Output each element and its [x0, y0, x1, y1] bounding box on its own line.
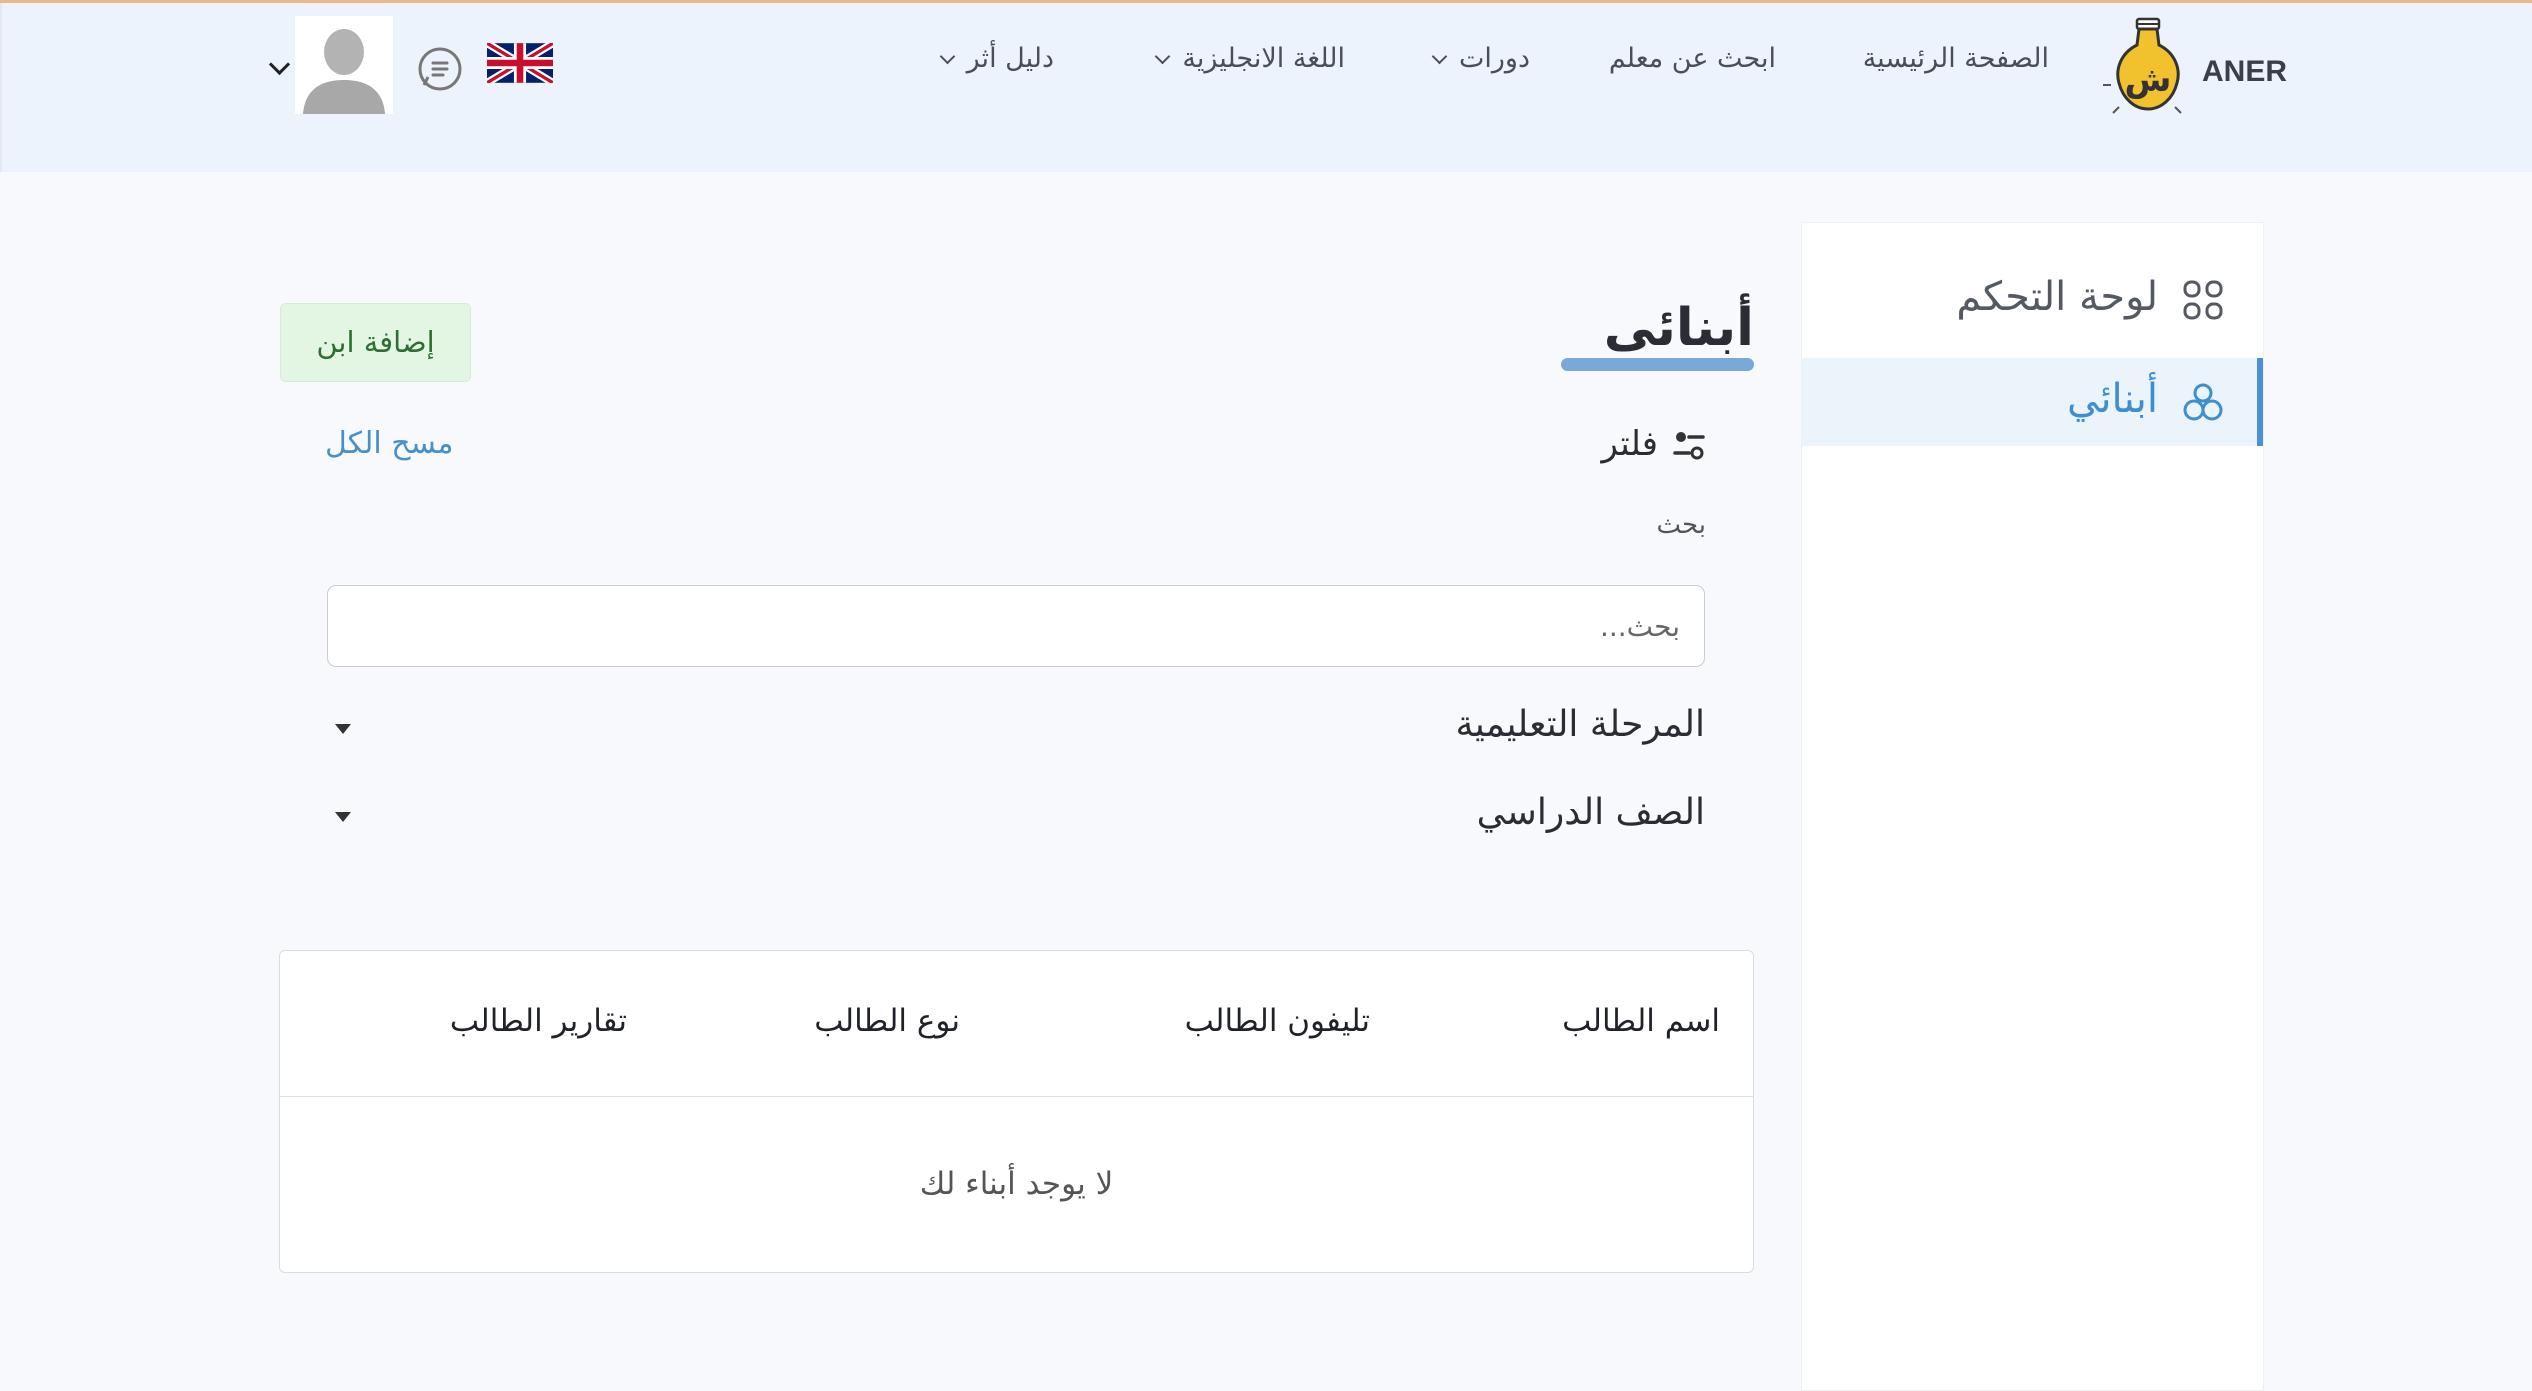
add-child-button[interactable]: إضافة ابن [280, 303, 471, 382]
search-label: بحث [1656, 510, 1706, 540]
chevron-down-icon [1431, 48, 1448, 65]
children-table: اسم الطالب تليفون الطالب نوع الطالب تقار… [279, 950, 1754, 1273]
chevron-down-icon [1155, 48, 1171, 65]
page-title: أبنائى [1603, 298, 1754, 358]
lightbulb-logo-icon: ش [2103, 17, 2182, 114]
column-header-student-phone: تليفون الطالب [1184, 1003, 1370, 1039]
column-header-student-reports: تقارير الطالب [449, 1003, 627, 1039]
caret-down-icon [335, 812, 351, 822]
clear-all-link[interactable]: مسح الكل [325, 426, 454, 461]
brand-name: ANER [2201, 55, 2287, 88]
sidebar: لوحة التحكم أبنائي [1801, 222, 2264, 1391]
grade-dropdown[interactable]: الصف الدراسي [327, 788, 1705, 848]
user-avatar-icon [295, 16, 393, 114]
uk-flag-icon[interactable] [487, 43, 553, 83]
filter-label: فلتر [1601, 424, 1658, 464]
sidebar-item-dashboard[interactable]: لوحة التحكم [1802, 256, 2263, 344]
dashboard-grid-icon [2183, 280, 2223, 320]
nav-find-teacher-label: ابحث عن معلم [1608, 43, 1776, 74]
nav-athar-guide[interactable]: دليل أثر [939, 43, 1054, 74]
column-header-student-name: اسم الطالب [1562, 1003, 1720, 1039]
nav-courses[interactable]: دورات [1431, 43, 1530, 74]
caret-down-icon [335, 724, 351, 734]
education-stage-dropdown[interactable]: المرحلة التعليمية [327, 700, 1705, 760]
chevron-down-icon[interactable] [268, 53, 291, 76]
svg-text:ش: ش [2125, 60, 2172, 100]
dropdown-label: الصف الدراسي [1476, 792, 1705, 833]
sidebar-item-children[interactable]: أبنائي [1802, 358, 2263, 446]
nav-courses-label: دورات [1458, 43, 1530, 74]
nav-find-teacher[interactable]: ابحث عن معلم [1609, 43, 1776, 74]
user-avatar[interactable] [295, 16, 393, 114]
nav-home[interactable]: الصفحة الرئيسية [1863, 43, 2049, 74]
nav-home-label: الصفحة الرئيسية [1862, 43, 2049, 74]
sidebar-item-label: لوحة التحكم [1956, 274, 2158, 320]
column-header-student-type: نوع الطالب [814, 1003, 960, 1039]
empty-state-message: لا يوجد أبناء لك [919, 1166, 1114, 1202]
nav-athar-guide-label: دليل أثر [966, 43, 1054, 74]
children-icon [2183, 383, 2223, 421]
nav-english[interactable]: اللغة الانجليزية [1155, 43, 1345, 74]
sidebar-item-label: أبنائي [2067, 376, 2158, 422]
top-navbar: ش ANER الصفحة الرئيسية ابحث عن معلم دورا… [0, 3, 2532, 172]
brand-logo[interactable]: ش ANER [2097, 13, 2287, 123]
chat-icon[interactable] [416, 45, 464, 93]
search-input[interactable] [327, 585, 1705, 667]
table-header-divider [280, 1096, 1753, 1097]
chevron-down-icon [939, 48, 955, 65]
title-underline [1561, 358, 1754, 371]
dropdown-label: المرحلة التعليمية [1455, 704, 1705, 745]
nav-english-label: اللغة الانجليزية [1182, 43, 1345, 74]
filter-sliders-icon [1673, 432, 1705, 460]
